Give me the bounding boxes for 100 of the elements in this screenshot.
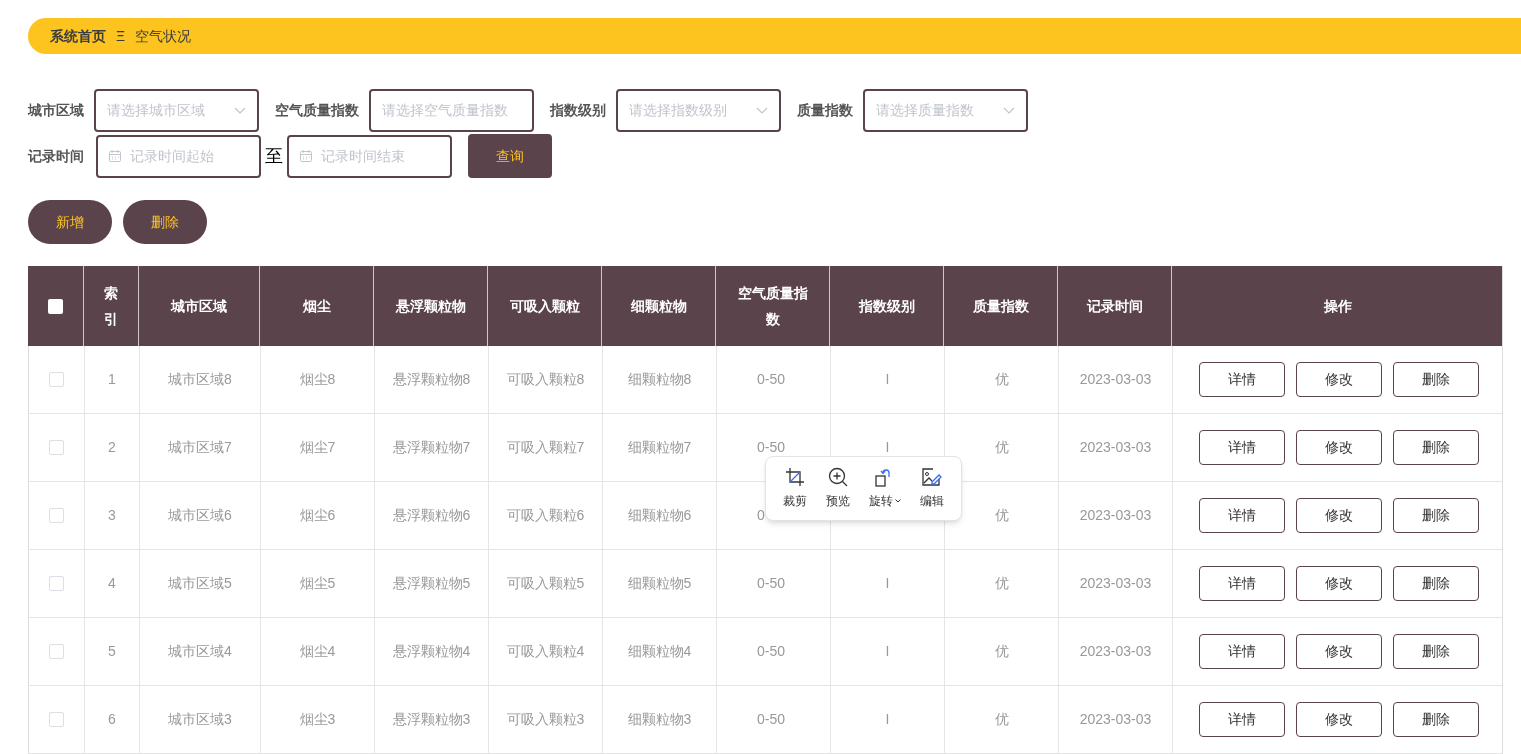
breadcrumb-current: 空气状况 (135, 26, 192, 46)
table-cell-text: 可吸入颗粒3 (506, 710, 585, 729)
table-cell-text: 烟尘4 (299, 642, 336, 661)
delete-button[interactable]: 删除 (1392, 498, 1479, 533)
toolbar-button[interactable]: 预览 (826, 492, 851, 510)
chevron-down-icon (234, 106, 246, 115)
table-cell-text: 优 (994, 370, 1009, 389)
table-cell-text: 烟尘3 (299, 710, 336, 729)
column-header: 记录时间 (1086, 297, 1143, 316)
delete-button[interactable]: 删除 (123, 200, 207, 244)
column-header: 质量指数 (972, 297, 1029, 316)
filter-label: 指数级别 (550, 101, 606, 120)
table-cell-text: 细颗粒物6 (627, 506, 692, 525)
edit-button[interactable]: 修改 (1295, 430, 1382, 465)
image-edit-icon (921, 467, 943, 488)
crop-icon (784, 467, 806, 488)
edit-button[interactable]: 修改 (1295, 566, 1382, 601)
table-cell-text: 2023-03-03 (1079, 438, 1152, 457)
table-cell-text: 2023-03-03 (1079, 370, 1152, 389)
table-cell-text: 细颗粒物3 (627, 710, 692, 729)
row-checkbox[interactable] (49, 644, 64, 659)
table-cell-text: 0-50 (757, 438, 786, 457)
add-button[interactable]: 新增 (28, 200, 112, 244)
calendar-icon (299, 149, 313, 163)
table-cell-text: 优 (994, 438, 1009, 457)
table-cell-text: 悬浮颗粒物6 (392, 506, 471, 525)
row-checkbox[interactable] (49, 712, 64, 727)
filter-label: 城市区域 (28, 101, 84, 120)
breadcrumb-separator: Ξ (116, 26, 126, 46)
table-cell-text: 城市区域7 (168, 438, 232, 457)
table-cell-text: 烟尘7 (299, 438, 336, 457)
table-cell-text: 2 (108, 438, 116, 457)
table-cell-text: 2023-03-03 (1079, 642, 1152, 661)
table-cell-text: 0-50 (757, 642, 786, 661)
column-header: 索引 (103, 284, 119, 329)
table-cell-text: 悬浮颗粒物3 (392, 710, 471, 729)
table-cell-text: 4 (108, 574, 116, 593)
query-button[interactable]: 查询 (468, 134, 552, 178)
table-cell-text: 2023-03-03 (1079, 574, 1152, 593)
table-cell-text: 优 (994, 710, 1009, 729)
table-cell-text: 烟尘8 (299, 370, 336, 389)
row-checkbox[interactable] (49, 576, 64, 591)
table-cell-text: 0-50 (757, 370, 786, 389)
details-button[interactable]: 详情 (1198, 566, 1285, 601)
table-cell-text: 城市区域8 (168, 370, 232, 389)
chevron-down-icon (1003, 106, 1015, 115)
table-cell-text: 可吸入颗粒5 (506, 574, 585, 593)
table-cell-text: 城市区域5 (168, 574, 232, 593)
delete-button[interactable]: 删除 (1392, 634, 1479, 669)
row-checkbox[interactable] (49, 508, 64, 523)
edit-button[interactable]: 修改 (1295, 702, 1382, 737)
details-button[interactable]: 详情 (1198, 498, 1285, 533)
table-cell-text: 烟尘5 (299, 574, 336, 593)
filter-label: 记录时间 (28, 146, 84, 166)
column-header: 可吸入颗粒 (509, 297, 580, 316)
table-cell-text: 细颗粒物5 (627, 574, 692, 593)
column-header: 悬浮颗粒物 (395, 297, 466, 316)
delete-button[interactable]: 删除 (1392, 702, 1479, 737)
delete-button[interactable]: 删除 (1392, 430, 1479, 465)
range-separator: 至 (265, 144, 283, 168)
edit-button[interactable]: 修改 (1295, 362, 1382, 397)
details-button[interactable]: 详情 (1198, 362, 1285, 397)
table-cell-text: I (885, 642, 890, 661)
delete-button[interactable]: 删除 (1392, 566, 1479, 601)
toolbar-button[interactable]: 旋转 (868, 492, 893, 510)
table-cell-text: I (885, 438, 890, 457)
table-cell-text: 2023-03-03 (1079, 506, 1152, 525)
table-cell-text: 悬浮颗粒物7 (392, 438, 471, 457)
table-cell-text: 3 (108, 506, 116, 525)
table-cell-text: 可吸入颗粒7 (506, 438, 585, 457)
column-header: 操作 (1323, 297, 1352, 316)
table-cell-text: 0-50 (757, 574, 786, 593)
column-header: 城市区域 (171, 297, 227, 316)
table-cell-text: 可吸入颗粒6 (506, 506, 585, 525)
table-cell-text: 0 (757, 506, 765, 525)
toolbar-button[interactable]: 裁剪 (783, 492, 808, 510)
filter-label: 空气质量指数 (275, 101, 359, 120)
column-header: 空气质量指数 (736, 284, 809, 329)
details-button[interactable]: 详情 (1198, 702, 1285, 737)
edit-button[interactable]: 修改 (1295, 498, 1382, 533)
row-checkbox[interactable] (49, 372, 64, 387)
details-button[interactable]: 详情 (1198, 430, 1285, 465)
column-header: 指数级别 (858, 297, 915, 316)
table-cell-text: 0-50 (757, 710, 786, 729)
chevron-down-icon (756, 106, 768, 115)
toolbar-button[interactable]: 编辑 (919, 492, 944, 510)
edit-button[interactable]: 修改 (1295, 634, 1382, 669)
details-button[interactable]: 详情 (1198, 634, 1285, 669)
row-checkbox[interactable] (49, 440, 64, 455)
column-header: 细颗粒物 (630, 297, 687, 316)
table-cell-text: 细颗粒物4 (627, 642, 692, 661)
breadcrumb-link[interactable]: 系统首页 (50, 25, 106, 47)
delete-button[interactable]: 删除 (1392, 362, 1479, 397)
table-cell-text: I (885, 574, 890, 593)
select-all-checkbox[interactable] (48, 298, 63, 314)
table-cell-text: 悬浮颗粒物4 (392, 642, 471, 661)
table-cell-text: 优 (994, 506, 1009, 525)
table-cell-text: 1 (108, 370, 116, 389)
table-cell-text: 悬浮颗粒物8 (392, 370, 471, 389)
table-cell-text: 细颗粒物7 (627, 438, 692, 457)
